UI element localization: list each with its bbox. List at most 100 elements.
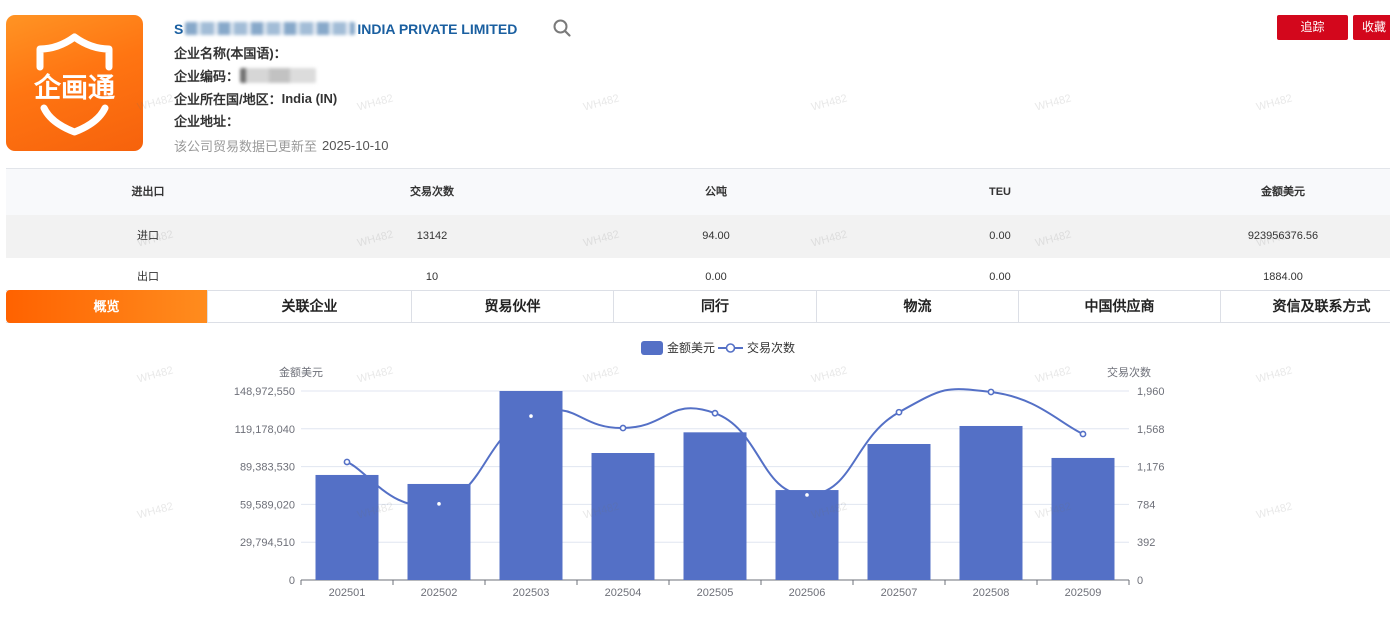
legend-bar-icon[interactable]: [641, 341, 663, 355]
y-axis-left-title: 金额美元: [279, 365, 323, 379]
update-note-row: 该公司贸易数据已更新至 2025-10-10: [174, 136, 389, 154]
x-tick-label-202502: 202502: [421, 587, 458, 599]
watermark-text: WH482: [810, 92, 849, 114]
watermark-text: WH482: [1255, 92, 1294, 114]
y-tick-right-label: 0: [1137, 575, 1143, 587]
redacted-name-part: [185, 22, 356, 35]
line-point-202509: [1079, 430, 1087, 438]
legend-label-amount[interactable]: 金额美元: [667, 340, 715, 355]
bar-202508: [959, 425, 1023, 580]
legend-label-count[interactable]: 交易次数: [747, 340, 795, 355]
logo-text: 企画通: [34, 72, 115, 104]
country-label: 企业所在国/地区：: [174, 91, 282, 107]
company-code-label: 企业编码：: [174, 68, 240, 84]
bar-202507: [867, 443, 931, 580]
column-header: 公吨: [705, 186, 727, 198]
y-tick-left-label: 59,589,020: [240, 499, 295, 511]
watermark-text: WH482: [582, 92, 621, 114]
y-tick-right-label: 1,960: [1137, 386, 1165, 398]
redacted-code-value: [240, 67, 317, 83]
x-tick-label-202501: 202501: [329, 587, 366, 599]
country-row: 企业所在国/地区： India (IN): [174, 89, 337, 107]
y-tick-right-label: 784: [1137, 499, 1155, 511]
favorite-button[interactable]: 收藏: [1353, 15, 1390, 40]
x-tick-label-202506: 202506: [789, 587, 826, 599]
table-header-row: 进出口 交易次数 公吨 TEU 金额美元: [6, 168, 1390, 215]
native-name-label: 企业名称(本国语)：: [174, 45, 287, 61]
trade-summary-table: 进出口 交易次数 公吨 TEU 金额美元 进口 13142 94.00 0.00…: [6, 168, 1390, 290]
company-code-row: 企业编码：: [174, 66, 317, 84]
track-button[interactable]: 追踪: [1277, 15, 1348, 40]
update-note: 该公司贸易数据已更新至: [174, 138, 318, 154]
x-tick-label-202509: 202509: [1065, 587, 1102, 599]
watermark-text: WH482: [1034, 92, 1073, 114]
x-tick-label-202504: 202504: [605, 587, 642, 599]
x-tick-label-202507: 202507: [881, 587, 918, 599]
y-tick-right-label: 1,568: [1137, 424, 1165, 436]
column-header: TEU: [989, 186, 1011, 198]
tab-related-companies[interactable]: 关联企业: [207, 291, 411, 322]
bar-202504: [591, 453, 655, 580]
column-header: 金额美元: [1261, 186, 1305, 198]
x-tick-label-202508: 202508: [973, 587, 1010, 599]
column-header: 交易次数: [410, 186, 454, 198]
y-tick-right-label: 392: [1137, 537, 1155, 549]
bar-202509: [1051, 457, 1115, 580]
y-tick-left-label: 119,178,040: [235, 424, 295, 436]
table-cell: 13142: [416, 230, 448, 242]
tab-bar: 概览 关联企业 贸易伙伴 同行 物流 中国供应商 资信及联系方式: [6, 290, 1390, 323]
table-cell: 94.00: [702, 230, 730, 242]
table-cell: 0.00: [705, 271, 727, 283]
update-date: 2025-10-10: [322, 137, 389, 153]
y-tick-left-label: 89,383,530: [240, 462, 295, 474]
line-point-202502: [435, 500, 443, 508]
y-tick-right-label: 1,176: [1137, 462, 1165, 474]
table-cell: 10: [425, 271, 439, 283]
company-name-suffix: INDIA PRIVATE LIMITED: [357, 20, 518, 37]
table-cell: 进口: [137, 230, 159, 242]
bar-202501: [315, 474, 379, 580]
search-icon[interactable]: [552, 18, 572, 38]
table-row: 进口 13142 94.00 0.00 923956376.56: [6, 215, 1390, 258]
y-tick-left-label: 0: [289, 575, 295, 587]
line-point-202507: [895, 408, 903, 416]
tab-overview[interactable]: 概览: [6, 290, 207, 323]
tab-logistics[interactable]: 物流: [816, 291, 1018, 322]
line-point-202506: [803, 491, 811, 499]
line-point-202504: [619, 424, 627, 432]
tab-peers[interactable]: 同行: [613, 291, 816, 322]
y-axis-right-title: 交易次数: [1107, 365, 1151, 379]
table-row: 出口 10 0.00 0.00 1884.00: [6, 258, 1390, 290]
tab-china-suppliers[interactable]: 中国供应商: [1018, 291, 1220, 322]
bar-202502: [407, 483, 471, 580]
company-name-prefix: S: [174, 20, 184, 37]
address-label: 企业地址：: [174, 113, 240, 129]
company-logo: 企画通: [6, 15, 143, 151]
x-tick-label-202505: 202505: [697, 587, 734, 599]
company-name-link[interactable]: S INDIA PRIVATE LIMITED: [174, 19, 517, 38]
trade-trend-chart: 金额美元 交易次数金额美元 交易次数029,794,51059,589,02089,…: [234, 340, 1165, 599]
table-cell: 923956376.56: [1247, 230, 1319, 242]
tab-trade-partners[interactable]: 贸易伙伴: [411, 291, 613, 322]
y-tick-left-label: 148,972,550: [234, 386, 295, 398]
x-tick-label-202503: 202503: [513, 587, 550, 599]
bar-202505: [683, 432, 747, 580]
line-point-202503: [527, 412, 535, 420]
table-cell: 出口: [137, 271, 159, 283]
line-point-202508: [987, 388, 995, 396]
bar-202506: [775, 490, 839, 580]
line-point-202505: [711, 409, 719, 417]
address-row: 企业地址：: [174, 111, 239, 129]
tab-credit-contacts[interactable]: 资信及联系方式: [1220, 291, 1390, 322]
country-value: India (IN): [281, 90, 338, 106]
table-cell: 0.00: [989, 230, 1011, 242]
line-point-202501: [343, 458, 351, 466]
column-header: 进出口: [131, 186, 165, 198]
native-name-row: 企业名称(本国语)：: [174, 43, 287, 61]
shield-icon: 企画通: [34, 33, 115, 136]
table-cell: 1884.00: [1263, 271, 1303, 283]
y-tick-left-label: 29,794,510: [240, 537, 295, 549]
legend-line-marker-icon[interactable]: [725, 343, 736, 353]
table-cell: 0.00: [989, 271, 1011, 283]
watermark-text: WH482: [356, 92, 395, 114]
